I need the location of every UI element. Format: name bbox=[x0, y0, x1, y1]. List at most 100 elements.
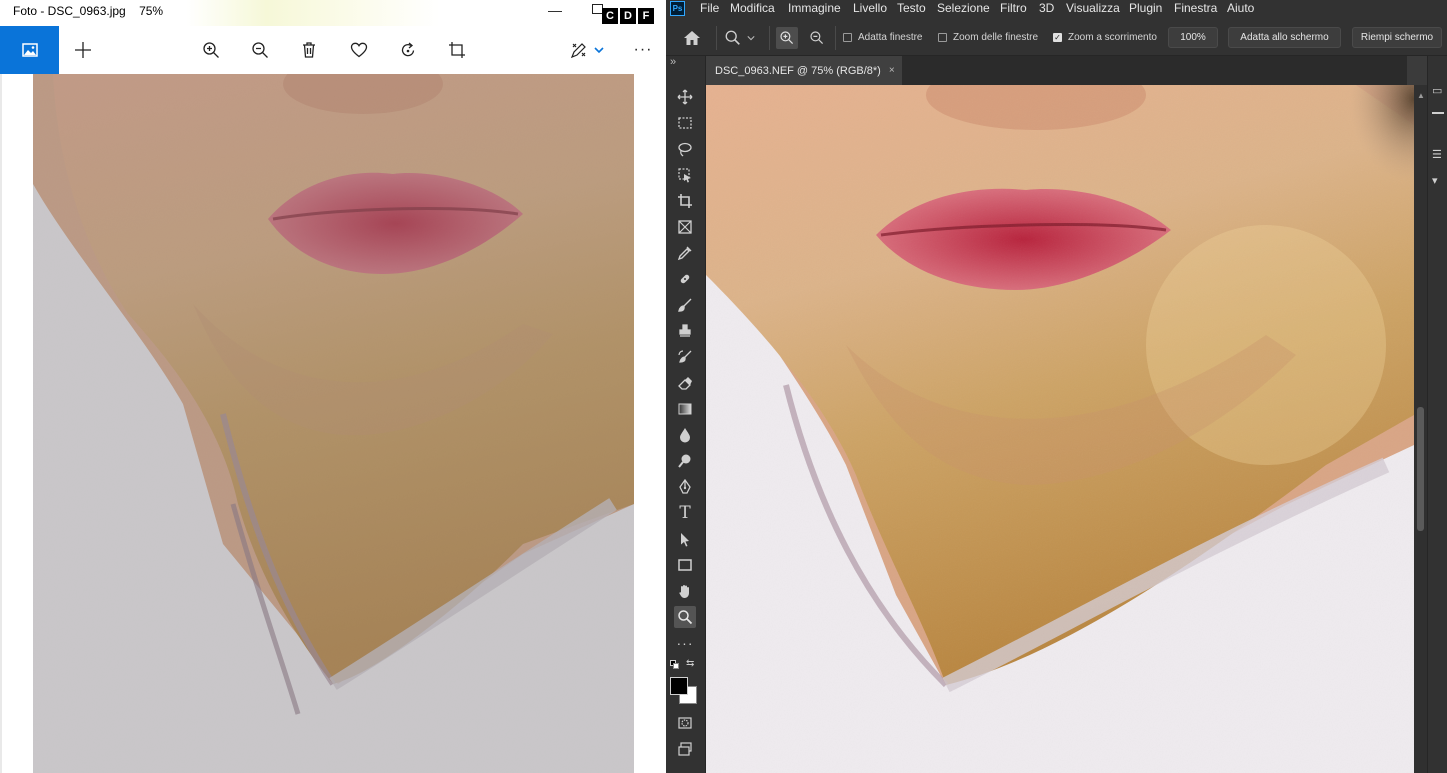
path-select-tool[interactable] bbox=[674, 528, 696, 550]
zoom-100-button[interactable]: 100% bbox=[1168, 27, 1218, 48]
checkbox-fit-windows[interactable]: Adatta finestre bbox=[843, 32, 922, 43]
menu-visualizza[interactable]: Visualizza bbox=[1066, 1, 1120, 15]
vertical-scrollbar[interactable]: ▲ bbox=[1414, 85, 1427, 773]
menu-finestra[interactable]: Finestra bbox=[1174, 1, 1217, 15]
gallery-button[interactable] bbox=[0, 26, 59, 74]
document-tab[interactable]: DSC_0963.NEF @ 75% (RGB/8*) × bbox=[706, 56, 902, 85]
portrait-photo bbox=[33, 74, 634, 773]
panel-icon[interactable] bbox=[1432, 112, 1444, 114]
zoom-in-mode-button[interactable] bbox=[776, 27, 798, 49]
scroll-up-icon[interactable]: ▲ bbox=[1417, 91, 1425, 100]
chevron-down-icon bbox=[594, 47, 604, 54]
badge-f: F bbox=[638, 8, 654, 24]
history-brush-tool[interactable] bbox=[674, 346, 696, 368]
zoom-out-mode-button[interactable] bbox=[806, 27, 828, 49]
panel-icon[interactable]: ▾ bbox=[1432, 174, 1444, 187]
zoom-tool-preset[interactable] bbox=[724, 28, 760, 48]
quick-mask-button[interactable] bbox=[674, 712, 696, 734]
eyedropper-icon bbox=[677, 246, 692, 261]
edit-pen-icon bbox=[570, 43, 586, 59]
photos-toolbar: ··· bbox=[0, 26, 666, 74]
hand-tool[interactable] bbox=[674, 580, 696, 602]
fill-screen-button[interactable]: Riempi schermo bbox=[1352, 27, 1442, 48]
image-icon bbox=[21, 43, 38, 57]
photo-image[interactable] bbox=[33, 74, 634, 773]
pen-tool[interactable] bbox=[674, 476, 696, 498]
zoom-in-button[interactable] bbox=[199, 38, 223, 62]
lasso-tool[interactable] bbox=[674, 138, 696, 160]
more-tools-button[interactable]: ··· bbox=[674, 632, 696, 654]
object-select-tool[interactable] bbox=[674, 164, 696, 186]
more-options-button[interactable]: ··· bbox=[631, 38, 655, 62]
crop-button[interactable] bbox=[445, 38, 469, 62]
checkbox-zoom-all-windows[interactable]: Zoom delle finestre bbox=[938, 32, 1038, 43]
fit-screen-button[interactable]: Adatta allo schermo bbox=[1228, 27, 1341, 48]
menu-aiuto[interactable]: Aiuto bbox=[1227, 1, 1254, 15]
dodge-tool[interactable] bbox=[674, 450, 696, 472]
crop-tool[interactable] bbox=[674, 190, 696, 212]
checkbox-box[interactable] bbox=[843, 33, 852, 42]
eyedropper-tool[interactable] bbox=[674, 242, 696, 264]
eraser-icon bbox=[678, 377, 692, 390]
zoom-tool[interactable] bbox=[674, 606, 696, 628]
screen-mode-icon bbox=[678, 742, 692, 756]
rectangle-tool[interactable] bbox=[674, 554, 696, 576]
photos-window-title: Foto - DSC_0963.jpg 75% bbox=[13, 4, 163, 18]
swap-colors-icon[interactable]: ⇆ bbox=[686, 658, 694, 669]
favorite-button[interactable] bbox=[347, 38, 371, 62]
frame-tool[interactable] bbox=[674, 216, 696, 238]
delete-button[interactable] bbox=[297, 38, 321, 62]
menu-testo[interactable]: Testo bbox=[897, 1, 926, 15]
gradient-tool[interactable] bbox=[674, 398, 696, 420]
foreground-color-swatch[interactable] bbox=[670, 677, 688, 695]
frame-icon bbox=[678, 220, 692, 234]
eraser-tool[interactable] bbox=[674, 372, 696, 394]
object-select-icon bbox=[678, 168, 691, 183]
panel-icon[interactable]: ☰ bbox=[1432, 148, 1444, 161]
edit-create-button[interactable] bbox=[570, 38, 610, 62]
zoom-icon bbox=[725, 30, 740, 45]
menu-file[interactable]: File bbox=[700, 1, 719, 15]
zoom-icon bbox=[678, 610, 693, 625]
brush-tool[interactable] bbox=[674, 294, 696, 316]
badge-d: D bbox=[620, 8, 636, 24]
close-tab-button[interactable]: × bbox=[889, 65, 895, 76]
minimize-button[interactable]: — bbox=[548, 2, 562, 18]
clone-stamp-tool[interactable] bbox=[674, 320, 696, 342]
options-separator bbox=[769, 26, 770, 50]
toolbar-collapse-button[interactable]: » bbox=[670, 56, 676, 68]
zoom-out-button[interactable] bbox=[248, 38, 272, 62]
scrollbar-thumb[interactable] bbox=[1417, 407, 1424, 531]
panel-icon[interactable]: ▭ bbox=[1432, 84, 1444, 97]
menu-immagine[interactable]: Immagine bbox=[788, 1, 841, 15]
crop-icon bbox=[678, 194, 692, 208]
heart-icon bbox=[350, 42, 368, 58]
menu-modifica[interactable]: Modifica bbox=[730, 1, 775, 15]
menu-selezione[interactable]: Selezione bbox=[937, 1, 990, 15]
rotate-button[interactable] bbox=[396, 38, 420, 62]
path-select-icon bbox=[681, 533, 689, 547]
menu-plugin[interactable]: Plugin bbox=[1129, 1, 1162, 15]
blur-tool[interactable] bbox=[674, 424, 696, 446]
move-icon bbox=[677, 89, 693, 105]
marquee-tool[interactable] bbox=[674, 112, 696, 134]
menu-3d[interactable]: 3D bbox=[1039, 1, 1054, 15]
photoshop-canvas[interactable] bbox=[706, 85, 1414, 773]
default-colors-button[interactable] bbox=[670, 660, 679, 669]
photoshop-toolbar: » T ··· ⇆ bbox=[666, 56, 706, 773]
menu-livello[interactable]: Livello bbox=[853, 1, 887, 15]
home-button[interactable] bbox=[682, 28, 702, 48]
type-tool[interactable]: T bbox=[674, 502, 696, 524]
move-tool[interactable] bbox=[674, 86, 696, 108]
home-icon bbox=[684, 31, 700, 45]
add-button[interactable] bbox=[71, 38, 95, 62]
screen-mode-button[interactable] bbox=[674, 738, 696, 760]
photos-title-text: Foto - DSC_0963.jpg bbox=[13, 4, 126, 18]
checkbox-box-checked[interactable]: ✓ bbox=[1053, 33, 1062, 42]
checkbox-box[interactable] bbox=[938, 33, 947, 42]
healing-brush-tool[interactable] bbox=[674, 268, 696, 290]
crop-icon bbox=[449, 42, 465, 58]
document-tab-title: DSC_0963.NEF @ 75% (RGB/8*) bbox=[715, 64, 881, 77]
checkbox-scrubby-zoom[interactable]: ✓ Zoom a scorrimento bbox=[1053, 32, 1157, 43]
menu-filtro[interactable]: Filtro bbox=[1000, 1, 1027, 15]
